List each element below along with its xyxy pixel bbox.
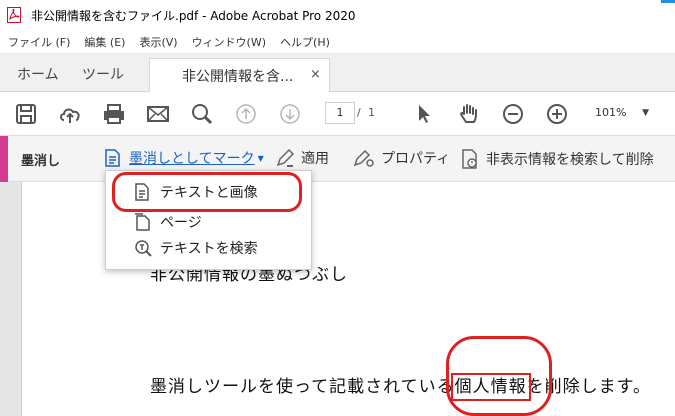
cloud-upload-icon xyxy=(60,108,80,123)
tab-document[interactable]: 非公開情報を含... × xyxy=(149,58,330,93)
page-separator: / xyxy=(357,106,361,119)
window-title: 非公開情報を含むファイル.pdf - Adobe Acrobat Pro 202… xyxy=(31,8,356,23)
document-line-before: 墨消しツールを使って記載されている xyxy=(150,377,455,397)
properties-label: プロパティ xyxy=(381,151,451,167)
zoom-out-icon xyxy=(503,104,523,124)
document-line: 墨消しツールを使って記載されている個人情報を削除します。 xyxy=(150,372,651,401)
pdf-file-icon xyxy=(7,7,21,23)
annotation-menu-oval xyxy=(112,172,302,212)
mark-dropdown-menu: テキストと画像 ページ テキストを検索 xyxy=(105,170,312,270)
page-icon xyxy=(135,213,150,231)
tool-accent-strip xyxy=(0,136,8,182)
zoom-out-button[interactable] xyxy=(499,100,527,128)
menu-edit[interactable]: 編集 (E) xyxy=(84,34,125,50)
tab-bar: ホーム ツール 非公開情報を含... × xyxy=(0,54,675,93)
page-number-input[interactable]: 1 xyxy=(325,102,355,124)
tab-tools[interactable]: ツール xyxy=(82,64,124,84)
menu-bar: ファイル (F) 編集 (E) 表示(V) ウィンドウ(W) ヘルプ(H) xyxy=(0,30,675,54)
search-remove-hidden-button[interactable]: 非表示情報を検索して削除 xyxy=(460,148,654,170)
redact-mark-icon xyxy=(105,149,120,167)
envelope-icon xyxy=(147,106,169,122)
next-page-button[interactable] xyxy=(276,100,304,128)
redact-toolbar: 墨消し 墨消しとしてマーク ▼ 適用 プロパティ 非表示情報を検索して削除 xyxy=(0,136,675,182)
print-button[interactable] xyxy=(100,100,128,128)
properties-gear-icon xyxy=(353,149,374,167)
search-icon xyxy=(192,104,213,125)
hidden-info-icon xyxy=(462,149,477,169)
main-toolbar: 1 / 1 101% ▼ xyxy=(0,92,675,136)
apply-label: 適用 xyxy=(301,151,329,167)
close-icon[interactable]: × xyxy=(310,67,321,82)
arrow-up-circle-icon xyxy=(236,104,256,124)
tab-document-label: 非公開情報を含... xyxy=(182,69,294,85)
menu-window[interactable]: ウィンドウ(W) xyxy=(192,34,266,50)
select-tool-button[interactable] xyxy=(410,100,438,128)
menu-file[interactable]: ファイル (F) xyxy=(8,34,70,50)
arrow-down-circle-icon xyxy=(280,104,300,124)
menu-view[interactable]: 表示(V) xyxy=(139,34,177,50)
menu-item-page[interactable]: ページ xyxy=(106,209,313,235)
left-panel-gutter xyxy=(0,182,22,416)
zoom-value: 101% xyxy=(595,106,627,119)
chevron-down-icon: ▼ xyxy=(642,108,649,118)
find-button[interactable] xyxy=(188,100,216,128)
hand-icon xyxy=(460,104,477,123)
upload-cloud-button[interactable] xyxy=(56,100,84,128)
caret-down-icon: ▼ xyxy=(257,153,264,163)
hand-tool-button[interactable] xyxy=(455,100,483,128)
cursor-arrow-icon xyxy=(419,105,430,123)
properties-button[interactable]: プロパティ xyxy=(353,148,450,168)
annotation-highlight-oval xyxy=(446,336,552,416)
window-accent xyxy=(661,0,675,3)
printer-icon xyxy=(104,104,124,124)
email-button[interactable] xyxy=(144,100,172,128)
menu-help[interactable]: ヘルプ(H) xyxy=(280,34,330,50)
menu-item-find-text-label: テキストを検索 xyxy=(160,241,258,257)
previous-page-button[interactable] xyxy=(232,100,260,128)
save-button[interactable] xyxy=(12,100,40,128)
apply-pen-icon xyxy=(276,148,295,167)
tab-home[interactable]: ホーム xyxy=(17,64,59,84)
zoom-in-icon xyxy=(547,104,567,124)
menu-item-find-text[interactable]: テキストを検索 xyxy=(106,235,313,261)
save-icon xyxy=(16,104,36,124)
page-total: 1 xyxy=(368,106,375,119)
mark-for-redaction-label: 墨消しとしてマーク xyxy=(129,151,255,167)
zoom-in-button[interactable] xyxy=(543,100,571,128)
mark-for-redaction-button[interactable]: 墨消しとしてマーク ▼ xyxy=(103,148,264,168)
document-area: 非公開情報の墨ぬつぶし 墨消しツールを使って記載されている個人情報を削除します。 xyxy=(0,182,675,416)
find-text-icon xyxy=(135,240,152,257)
search-remove-hidden-label: 非表示情報を検索して削除 xyxy=(486,152,654,168)
menu-item-page-label: ページ xyxy=(160,215,202,231)
zoom-select[interactable]: 101% ▼ xyxy=(585,102,655,124)
tool-name: 墨消し xyxy=(21,154,61,169)
apply-button[interactable]: 適用 xyxy=(275,148,329,168)
title-bar: 非公開情報を含むファイル.pdf - Adobe Acrobat Pro 202… xyxy=(0,0,675,30)
